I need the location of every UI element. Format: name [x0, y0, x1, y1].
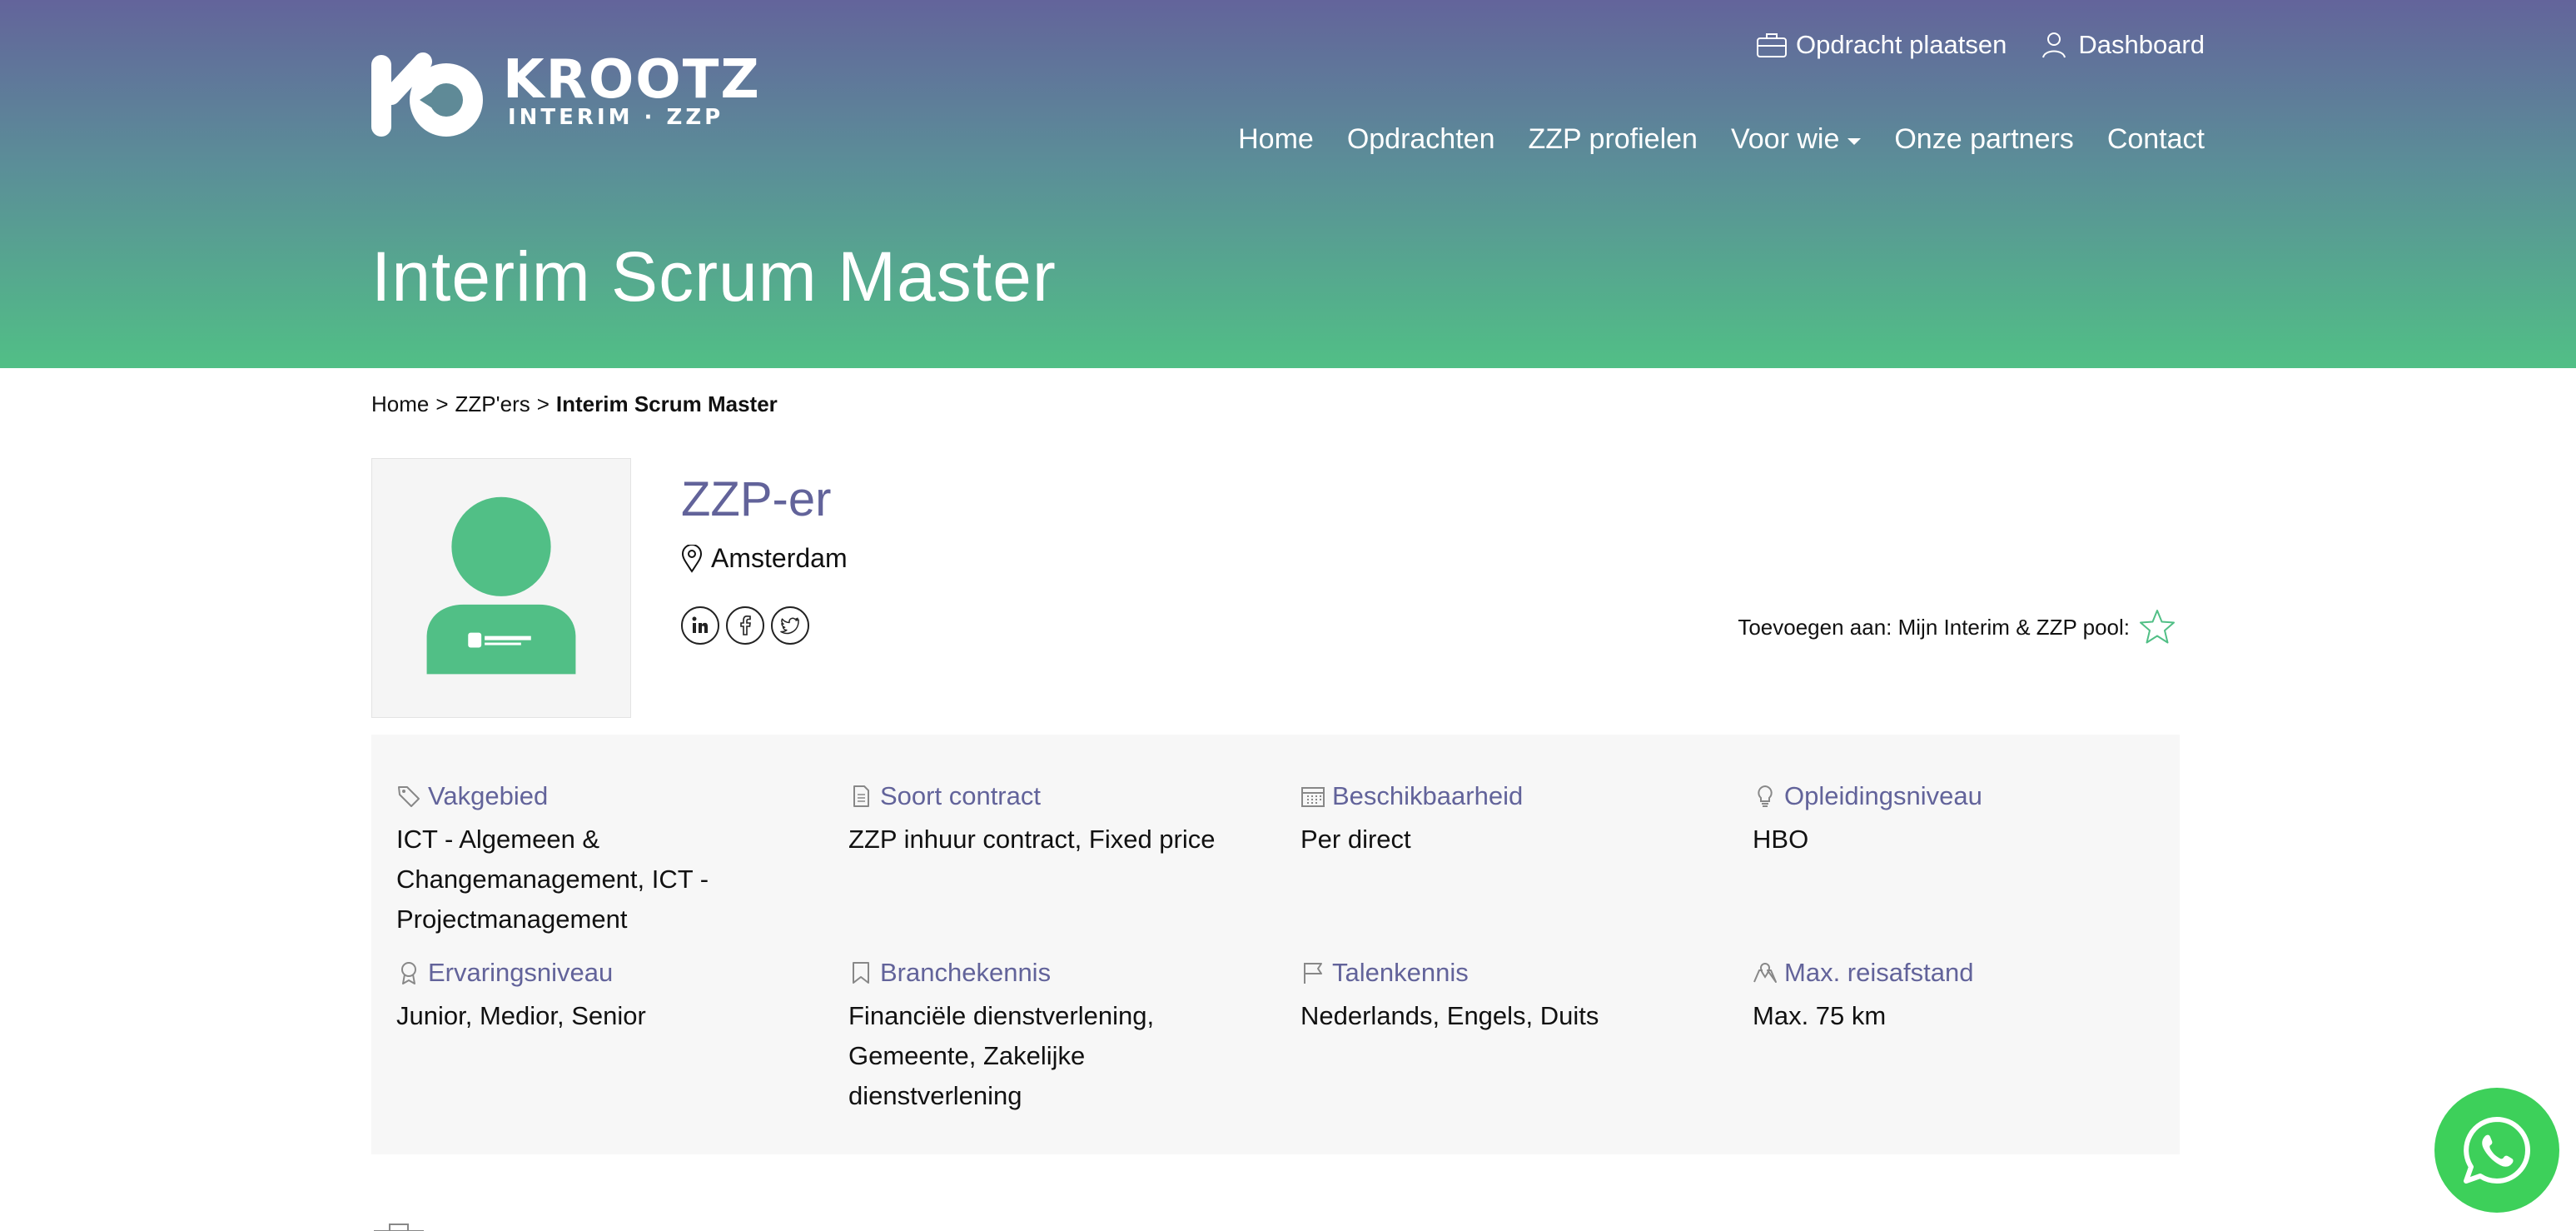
avatar-placeholder-icon [426, 496, 576, 675]
detail-talenkennis-head: Talenkennis [1300, 958, 1717, 988]
detail-value: ZZP inhuur contract, Fixed price [848, 825, 1216, 854]
detail-value: Per direct [1300, 825, 1411, 854]
brand-logo[interactable]: KROOTZ INTERIM · ZZP [371, 50, 759, 142]
detail-label: Opleidingsniveau [1784, 781, 1982, 810]
brand-tagline: INTERIM · ZZP [508, 105, 724, 130]
breadcrumb-current: Interim Scrum Master [555, 391, 778, 416]
opdracht-plaatsen-link[interactable]: Opdracht plaatsen [1756, 30, 2007, 60]
nav-item-home[interactable]: Home [1238, 123, 1314, 156]
star-icon[interactable] [2138, 608, 2176, 646]
location-label: Amsterdam [711, 543, 848, 573]
user-icon [2042, 32, 2066, 58]
detail-ervaringsniveau-head: Ervaringsniveau [396, 958, 813, 988]
add-to-pool: Toevoegen aan: Mijn Interim & ZZP pool: [1738, 608, 2176, 646]
nav-item-voor-wie-label: Voor wie [1730, 123, 1840, 155]
detail-value: Junior, Medior, Senior [396, 1001, 646, 1030]
flag-icon [1304, 963, 1322, 984]
detail-branchekennis-head: Branchekennis [848, 958, 1265, 988]
breadcrumb-separator: > [435, 391, 449, 416]
detail-label: Talenkennis [1332, 958, 1469, 987]
calendar-icon [1301, 787, 1325, 807]
breadcrumb-separator: > [536, 391, 550, 416]
dashboard-link[interactable]: Dashboard [2038, 30, 2205, 60]
detail-value: HBO [1753, 825, 1809, 854]
nav-item-zzp-profielen[interactable]: ZZP profielen [1528, 123, 1697, 156]
briefcase-icon [374, 1224, 424, 1231]
whatsapp-button[interactable] [2434, 1088, 2559, 1213]
detail-soort-contract-head: Soort contract [848, 781, 1265, 811]
detail-branchekennis: Branchekennis Financiële dienstverlening… [848, 958, 1265, 1116]
social-links [681, 606, 809, 645]
main-navigation: Home Opdrachten ZZP profielen Voor wie O… [1238, 123, 2205, 156]
breadcrumb-home[interactable]: Home [371, 391, 429, 417]
profile-details: Vakgebied ICT - Algemeen & Changemanagem… [371, 735, 2180, 1154]
profile-name: ZZP-er [681, 472, 832, 526]
chevron-down-icon [1847, 137, 1862, 145]
map-icon [1753, 963, 1777, 983]
document-icon [853, 785, 869, 807]
page-title: Interim Scrum Master [371, 237, 1057, 316]
detail-value: Max. 75 km [1753, 1001, 1887, 1030]
detail-label: Beschikbaarheid [1332, 781, 1524, 810]
location-pin-icon [681, 544, 703, 573]
dashboard-label: Dashboard [2078, 30, 2205, 59]
breadcrumb-zzpers[interactable]: ZZP'ers [455, 391, 530, 417]
breadcrumb: Home > ZZP'ers > Interim Scrum Master [371, 391, 778, 417]
page-header: KROOTZ INTERIM · ZZP Opdracht plaatsen D… [0, 0, 2576, 368]
detail-label: Vakgebied [428, 781, 549, 810]
nav-item-contact[interactable]: Contact [2107, 123, 2205, 156]
detail-vakgebied: Vakgebied ICT - Algemeen & Changemanagem… [396, 781, 813, 939]
detail-max-reisafstand: Max. reisafstand Max. 75 km [1753, 958, 2169, 1036]
detail-label: Ervaringsniveau [428, 958, 614, 987]
detail-label: Branchekennis [880, 958, 1052, 987]
profile-location: Amsterdam [681, 543, 848, 574]
detail-opleidingsniveau: Opleidingsniveau HBO [1753, 781, 2169, 860]
detail-value: Financiële dienstverlening, Gemeente, Za… [848, 1001, 1155, 1110]
detail-value: Nederlands, Engels, Duits [1300, 1001, 1599, 1030]
nav-item-voor-wie[interactable]: Voor wie [1730, 123, 1862, 156]
detail-beschikbaarheid-head: Beschikbaarheid [1300, 781, 1717, 811]
detail-beschikbaarheid: Beschikbaarheid Per direct [1300, 781, 1717, 860]
linkedin-icon[interactable] [681, 606, 719, 645]
detail-talenkennis: Talenkennis Nederlands, Engels, Duits [1300, 958, 1717, 1036]
opdracht-plaatsen-label: Opdracht plaatsen [1796, 30, 2007, 59]
whatsapp-icon [2464, 1117, 2530, 1184]
add-to-pool-label: Toevoegen aan: Mijn Interim & ZZP pool: [1738, 614, 2130, 640]
tag-icon [398, 786, 420, 807]
lightbulb-icon [1758, 785, 1773, 807]
briefcase-icon [1757, 33, 1788, 57]
detail-vakgebied-head: Vakgebied [396, 781, 813, 811]
nav-item-opdrachten[interactable]: Opdrachten [1347, 123, 1495, 156]
detail-value: ICT - Algemeen & Changemanagement, ICT -… [396, 825, 709, 934]
detail-max-reisafstand-head: Max. reisafstand [1753, 958, 2169, 988]
top-navigation: Opdracht plaatsen Dashboard [1756, 30, 2205, 60]
avatar [371, 458, 631, 718]
brand-name: KROOTZ [503, 49, 761, 111]
twitter-icon[interactable] [771, 606, 809, 645]
detail-label: Soort contract [880, 781, 1041, 810]
detail-soort-contract: Soort contract ZZP inhuur contract, Fixe… [848, 781, 1265, 860]
detail-opleidingsniveau-head: Opleidingsniveau [1753, 781, 2169, 811]
detail-label: Max. reisafstand [1784, 958, 1974, 987]
detail-ervaringsniveau: Ervaringsniveau Junior, Medior, Senior [396, 958, 813, 1036]
award-icon [401, 962, 416, 984]
facebook-icon[interactable] [726, 606, 764, 645]
bookmark-icon [853, 962, 869, 984]
nav-item-onze-partners[interactable]: Onze partners [1894, 123, 2073, 156]
